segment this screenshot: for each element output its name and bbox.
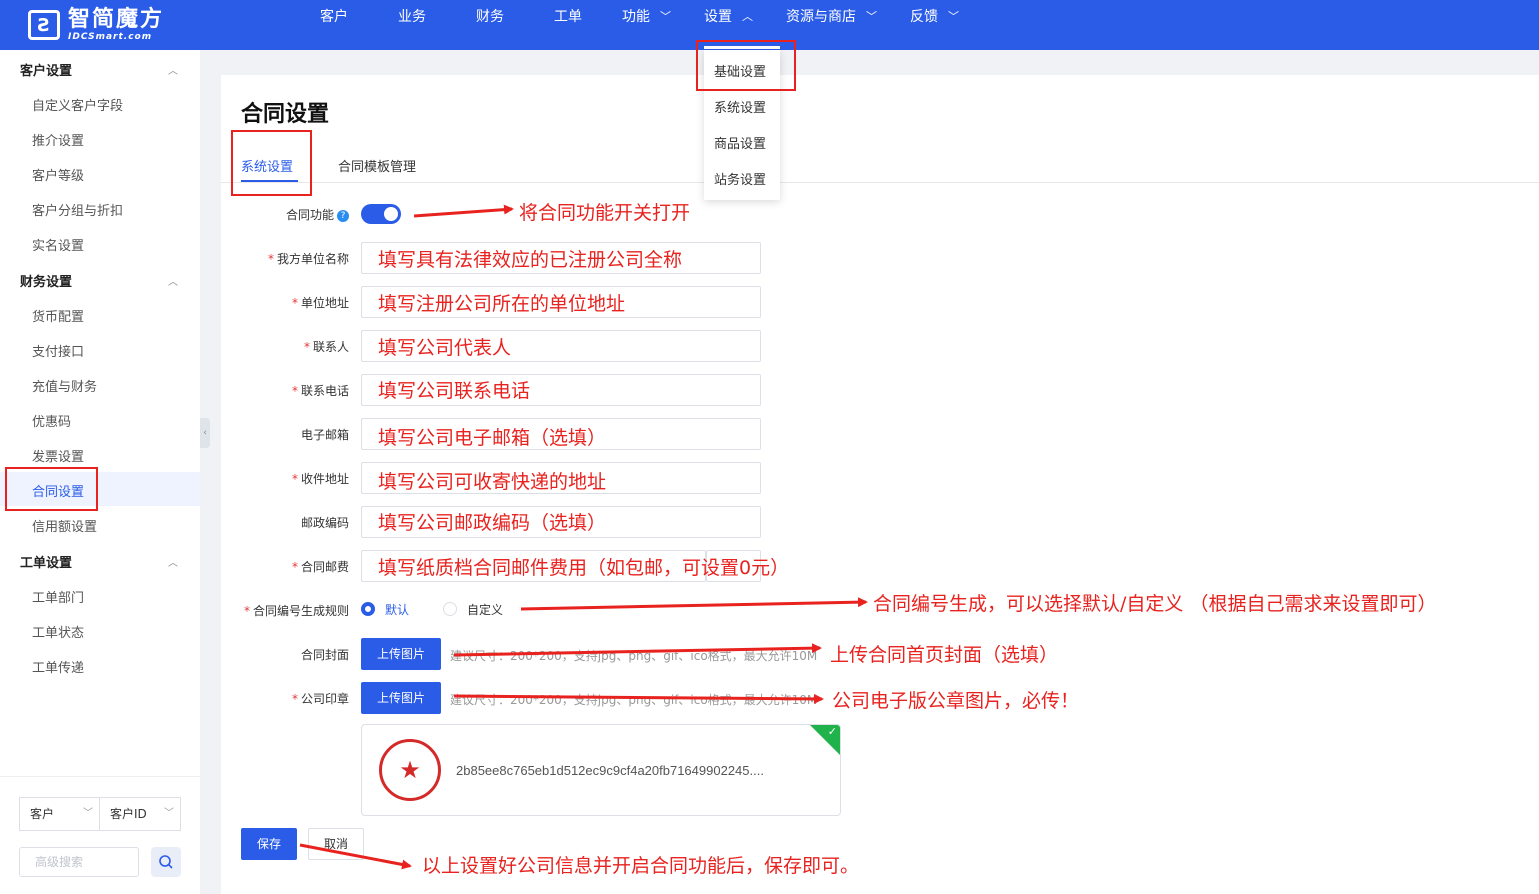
field-label-email: 电子邮箱 (300, 428, 349, 442)
search-field-value: 客户ID (110, 807, 147, 821)
search-type-select[interactable]: 客户 ﹀ (19, 797, 100, 831)
annotation-shipping-address: 填写公司可收寄快递的地址 (378, 471, 607, 493)
dropdown-item-site-settings[interactable]: 站务设置 (714, 169, 766, 188)
annotation-postage: 填写纸质档合同邮件费用（如包邮，可设置0元） (378, 557, 790, 579)
search-button[interactable] (151, 847, 181, 877)
nav-resources-store[interactable]: 资源与商店 ﹀ (786, 0, 877, 50)
annotation-contact: 填写公司代表人 (378, 337, 512, 359)
upload-cover-button[interactable]: 上传图片 (361, 638, 441, 670)
chevron-down-icon: ﹀ (866, 10, 877, 23)
contract-toggle-switch[interactable] (361, 204, 401, 224)
sidebar-item-ticket-status[interactable]: 工单状态 (32, 622, 84, 641)
field-label-postage: * 合同邮费 (291, 560, 349, 574)
sidebar-group-customer[interactable]: 客户设置 (20, 60, 72, 79)
dropdown-item-product-settings[interactable]: 商品设置 (714, 133, 766, 152)
chevron-down-icon: ﹀ (948, 10, 959, 23)
upload-cover-hint: 建议尺寸：200*200，支持jpg、png、gif、ico格式，最大允许10M (450, 649, 818, 663)
nav-ticket[interactable]: 工单 (554, 0, 582, 50)
search-field-select[interactable]: 客户ID ﹀ (99, 797, 181, 831)
field-label-phone: * 联系电话 (291, 384, 349, 398)
sidebar-item-ticket-transfer[interactable]: 工单传递 (32, 657, 84, 676)
advanced-search-input[interactable]: 高级搜索 (19, 847, 139, 877)
nav-finance[interactable]: 财务 (476, 0, 504, 50)
search-type-value: 客户 (30, 807, 55, 821)
chevron-down-icon: ﹀ (164, 808, 174, 819)
field-label-address: * 单位地址 (291, 296, 349, 310)
sidebar-item-coupon[interactable]: 优惠码 (32, 411, 71, 430)
radio-label-custom[interactable]: 自定义 (467, 601, 503, 618)
highlight-box-system-tab (231, 130, 312, 196)
chevron-down-icon: ﹀ (83, 808, 93, 819)
page-title: 合同设置 (241, 102, 330, 127)
sidebar-item-currency[interactable]: 货币配置 (32, 306, 84, 325)
logo-text-cn: 智简魔方 (68, 6, 165, 32)
divider (0, 776, 200, 777)
field-label-postcode: 邮政编码 (300, 516, 349, 530)
sidebar-item-realname[interactable]: 实名设置 (32, 235, 84, 254)
chevron-up-icon: ︿ (742, 10, 753, 23)
logo[interactable]: Ƨ 智简魔方 IDCSmart.com (28, 5, 164, 45)
annotation-numbering: 合同编号生成，可以选择默认/自定义 （根据自己需求来设置即可） (873, 593, 1437, 615)
sidebar-group-ticket[interactable]: 工单设置 (20, 552, 72, 571)
tab-contract-templates[interactable]: 合同模板管理 (338, 156, 416, 175)
annotation-save: 以上设置好公司信息并开启合同功能后，保存即可。 (422, 855, 860, 877)
chevron-down-icon: ﹀ (660, 10, 671, 23)
annotation-address: 填写注册公司所在的单位地址 (378, 293, 626, 315)
highlight-box-basic-settings (696, 40, 796, 91)
annotation-toggle: 将合同功能开关打开 (519, 202, 691, 224)
sidebar-item-referral[interactable]: 推介设置 (32, 130, 84, 149)
cancel-button[interactable]: 取消 (308, 828, 364, 860)
tabs-divider (221, 182, 1539, 183)
save-button[interactable]: 保存 (241, 828, 297, 860)
field-label-shipping-address: * 收件地址 (291, 472, 349, 486)
radio-label-default[interactable]: 默认 (385, 601, 409, 618)
uploaded-seal-file[interactable]: ★ 2b85ee8c765eb1d512ec9c9cf4a20fb7164990… (361, 724, 841, 816)
highlight-box-contract-menu (5, 467, 98, 511)
dropdown-item-system-settings[interactable]: 系统设置 (714, 97, 766, 116)
annotation-phone: 填写公司联系电话 (378, 380, 531, 402)
logo-icon: Ƨ (28, 10, 60, 40)
annotation-cover: 上传合同首页封面（选填） (830, 644, 1059, 666)
nav-business[interactable]: 业务 (398, 0, 426, 50)
nav-customer[interactable]: 客户 (320, 0, 348, 50)
sidebar-item-customer-level[interactable]: 客户等级 (32, 165, 84, 184)
chevron-up-icon[interactable]: ︿ (168, 273, 178, 288)
upload-seal-button[interactable]: 上传图片 (361, 682, 441, 714)
contract-toggle-label: 合同功能? (209, 206, 349, 223)
field-label-numbering-rule: * 合同编号生成规则 (243, 604, 349, 618)
sidebar-item-credit[interactable]: 信用额设置 (32, 516, 97, 535)
nav-function[interactable]: 功能 ﹀ (622, 0, 671, 50)
chevron-up-icon[interactable]: ︿ (168, 62, 178, 77)
uploaded-file-name: 2b85ee8c765eb1d512ec9c9cf4a20fb716499022… (456, 763, 764, 778)
upload-seal-hint: 建议尺寸：200*200，支持jpg、png、gif、ico格式，最大允许10M (450, 693, 818, 707)
field-label-seal: * 公司印章 (291, 692, 349, 706)
sidebar-item-recharge[interactable]: 充值与财务 (32, 376, 97, 395)
field-label-cover: 合同封面 (300, 648, 349, 662)
logo-text-en: IDCSmart.com (68, 31, 153, 42)
sidebar-group-finance[interactable]: 财务设置 (20, 271, 72, 290)
radio-numbering-default[interactable] (361, 602, 375, 616)
sidebar-item-invoice[interactable]: 发票设置 (32, 446, 84, 465)
annotation-seal: 公司电子版公章图片，必传！ (832, 690, 1080, 712)
radio-numbering-custom[interactable] (443, 602, 457, 616)
annotation-email: 填写公司电子邮箱（选填） (378, 427, 607, 449)
help-icon[interactable]: ? (337, 210, 349, 222)
sidebar-item-customer-group[interactable]: 客户分组与折扣 (32, 200, 123, 219)
sidebar-item-ticket-dept[interactable]: 工单部门 (32, 587, 84, 606)
chevron-up-icon[interactable]: ︿ (168, 554, 178, 569)
sidebar-item-payment[interactable]: 支付接口 (32, 341, 84, 360)
field-label-company-name: * 我方单位名称 (267, 252, 349, 266)
nav-feedback[interactable]: 反馈 ﹀ (910, 0, 959, 50)
field-label-contact: * 联系人 (303, 340, 349, 354)
seal-stamp-image: ★ (379, 739, 441, 801)
sidebar-item-custom-fields[interactable]: 自定义客户字段 (32, 95, 123, 114)
annotation-postcode: 填写公司邮政编码（选填） (378, 512, 607, 534)
search-icon (159, 855, 173, 869)
check-icon: ✓ (827, 725, 837, 738)
annotation-company-name: 填写具有法律效应的已注册公司全称 (378, 249, 683, 271)
